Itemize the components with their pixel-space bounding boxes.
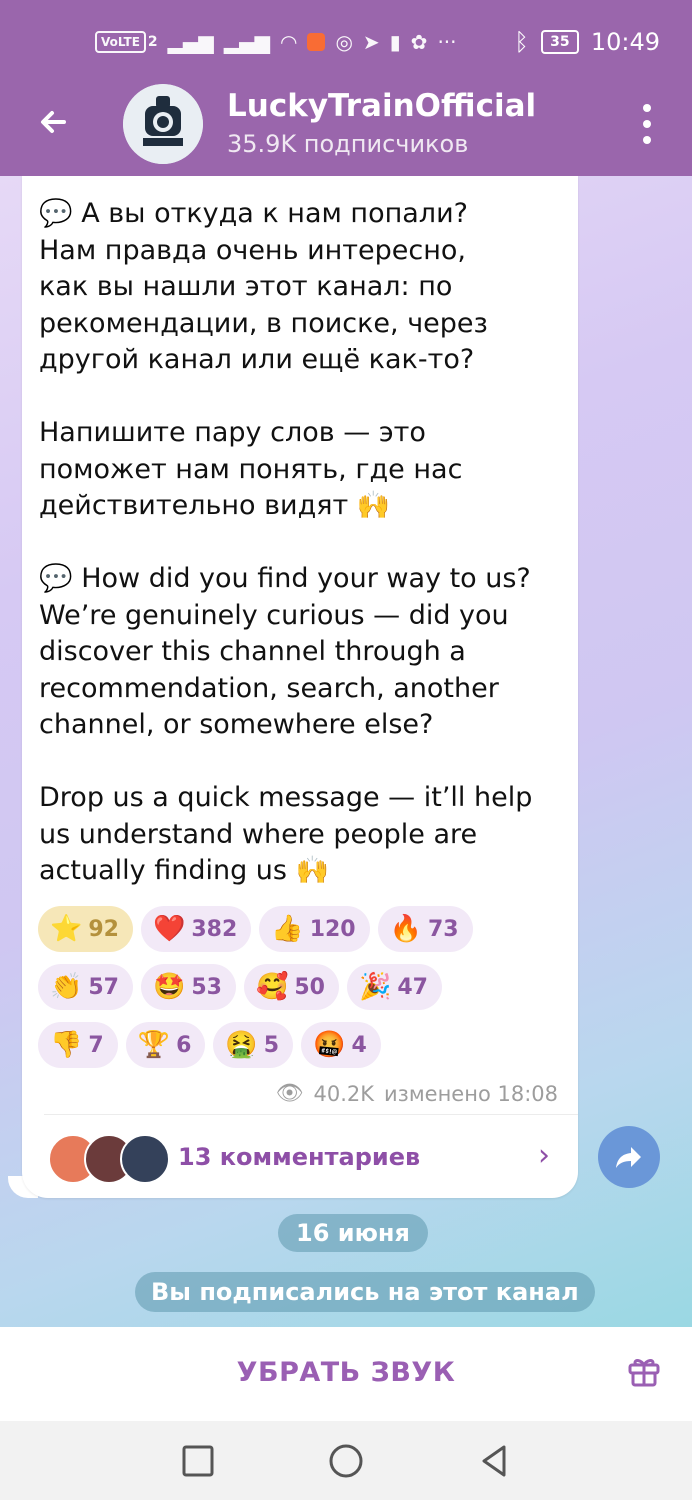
message-text: 💬 А вы откуда к нам попали? Нам правда о…: [39, 198, 533, 886]
service-message: Вы подписались на этот канал: [135, 1272, 595, 1312]
reaction-thumbs-down[interactable]: 👎 7: [38, 1022, 118, 1068]
reaction-clap[interactable]: 👏 57: [38, 964, 133, 1010]
reaction-trophy[interactable]: 🏆 6: [125, 1022, 206, 1068]
telegram-icon: ➤: [362, 30, 380, 54]
reaction-party[interactable]: 🎉 47: [347, 964, 442, 1010]
arrow-left-icon[interactable]: [34, 102, 74, 142]
smiling-hearts-icon: 🥰: [256, 972, 289, 1002]
thumbs-down-icon: 👎: [50, 1030, 83, 1060]
channel-name[interactable]: LuckyTrainOfficial: [227, 88, 536, 124]
commenter-avatars: [48, 1134, 178, 1184]
home-button[interactable]: [326, 1441, 366, 1481]
app-bar: LuckyTrainOfficial 35.9K подписчиков: [0, 82, 692, 176]
recents-button[interactable]: [178, 1441, 218, 1481]
gift-icon[interactable]: [626, 1353, 662, 1389]
message-meta: 👁 40.2K изменено 18:08: [276, 1081, 558, 1106]
status-left-icons: VoLTE 2 ▂▄▆ ▂▄▆ ◠ ◎ ➤ ▮ ✿ ···: [95, 30, 457, 54]
trophy-icon: 🏆: [137, 1030, 171, 1060]
edited-time: изменено 18:08: [384, 1081, 558, 1106]
vomit-icon: 🤮: [225, 1030, 258, 1060]
cursing-face-icon: 🤬: [313, 1030, 346, 1060]
reaction-count: 50: [294, 974, 325, 1000]
reaction-cursing[interactable]: 🤬 4: [301, 1022, 381, 1068]
android-navbar: [0, 1421, 692, 1500]
comments-button[interactable]: 13 комментариев ›: [22, 1116, 578, 1198]
reaction-count: 6: [176, 1032, 192, 1058]
bottom-bar: УБРАТЬ ЗВУК: [0, 1327, 692, 1421]
eye-icon: 👁: [275, 1081, 304, 1106]
top-bar: VoLTE 2 ▂▄▆ ▂▄▆ ◠ ◎ ➤ ▮ ✿ ··· ᛒ 35 10:49: [0, 0, 692, 176]
subscriber-count: 35.9K подписчиков: [227, 130, 469, 158]
thumbs-up-icon: 👍: [271, 914, 304, 944]
view-count: 40.2K: [313, 1081, 374, 1106]
reaction-count: 382: [191, 916, 238, 942]
app-icon: ✿: [410, 30, 428, 54]
avatar: [120, 1134, 170, 1184]
kebab-menu-icon[interactable]: [640, 104, 654, 144]
back-button[interactable]: [474, 1441, 514, 1481]
reaction-count: 47: [397, 974, 428, 1000]
reaction-smiling-hearts[interactable]: 🥰 50: [244, 964, 339, 1010]
status-bar: VoLTE 2 ▂▄▆ ▂▄▆ ◠ ◎ ➤ ▮ ✿ ··· ᛒ 35 10:49: [0, 0, 692, 82]
reaction-count: 53: [191, 974, 222, 1000]
reaction-count: 4: [351, 1032, 367, 1058]
reaction-count: 73: [428, 916, 459, 942]
reaction-count: 57: [88, 974, 119, 1000]
reactions: ⭐ 92 ❤️ 382 👍 120 🔥 73 👏 57 🤩 53 🥰 50 🎉 …: [38, 906, 558, 1080]
channel-avatar[interactable]: [123, 84, 203, 164]
reaction-vomit[interactable]: 🤮 5: [213, 1022, 294, 1068]
reaction-star-struck[interactable]: 🤩 53: [141, 964, 236, 1010]
star-icon: ⭐: [50, 914, 83, 944]
comments-label: 13 комментариев: [178, 1143, 421, 1171]
heart-icon: ❤️: [153, 914, 186, 944]
share-icon[interactable]: [598, 1126, 660, 1188]
app-notification-icon: [307, 33, 326, 51]
chevron-right-icon: ›: [538, 1138, 550, 1173]
divider: [44, 1114, 578, 1115]
clap-icon: 👏: [50, 972, 83, 1002]
battery-indicator: 35: [540, 30, 579, 54]
mute-button[interactable]: УБРАТЬ ЗВУК: [0, 1357, 692, 1388]
wifi-icon: ◠: [279, 30, 298, 54]
reactions-row-3: 👎 7 🏆 6 🤮 5 🤬 4: [38, 1022, 558, 1068]
party-popper-icon: 🎉: [359, 972, 392, 1002]
reaction-count: 7: [88, 1032, 104, 1058]
chrome-icon: ◎: [335, 30, 353, 54]
reaction-count: 92: [88, 916, 119, 942]
fire-icon: 🔥: [389, 914, 422, 944]
reaction-count: 120: [309, 916, 356, 942]
star-struck-icon: 🤩: [153, 972, 186, 1002]
reaction-star[interactable]: ⭐ 92: [38, 906, 133, 952]
reactions-row-1: ⭐ 92 ❤️ 382 👍 120 🔥 73: [38, 906, 558, 952]
more-notifications: ···: [437, 30, 457, 54]
status-right: ᛒ 35 10:49: [514, 28, 660, 56]
message-bubble[interactable]: 💬 А вы откуда к нам попали? Нам правда о…: [22, 176, 578, 1198]
reaction-fire[interactable]: 🔥 73: [377, 906, 473, 952]
volte-badge: VoLTE: [95, 31, 146, 53]
battery-saver-icon: ▮: [389, 30, 401, 54]
date-separator: 16 июня: [278, 1214, 428, 1252]
bluetooth-icon: ᛒ: [514, 28, 529, 56]
chat-area[interactable]: 💬 А вы откуда к нам попали? Нам правда о…: [0, 176, 692, 1327]
reaction-thumbs-up[interactable]: 👍 120: [259, 906, 370, 952]
reaction-heart[interactable]: ❤️ 382: [141, 906, 252, 952]
reactions-row-2: 👏 57 🤩 53 🥰 50 🎉 47: [38, 964, 558, 1010]
clock: 10:49: [590, 28, 660, 56]
reaction-count: 5: [263, 1032, 280, 1058]
signal-icon: ▂▄▆: [167, 30, 214, 54]
signal-icon-2: ▂▄▆: [223, 30, 270, 54]
sim-number: 2: [147, 34, 158, 50]
